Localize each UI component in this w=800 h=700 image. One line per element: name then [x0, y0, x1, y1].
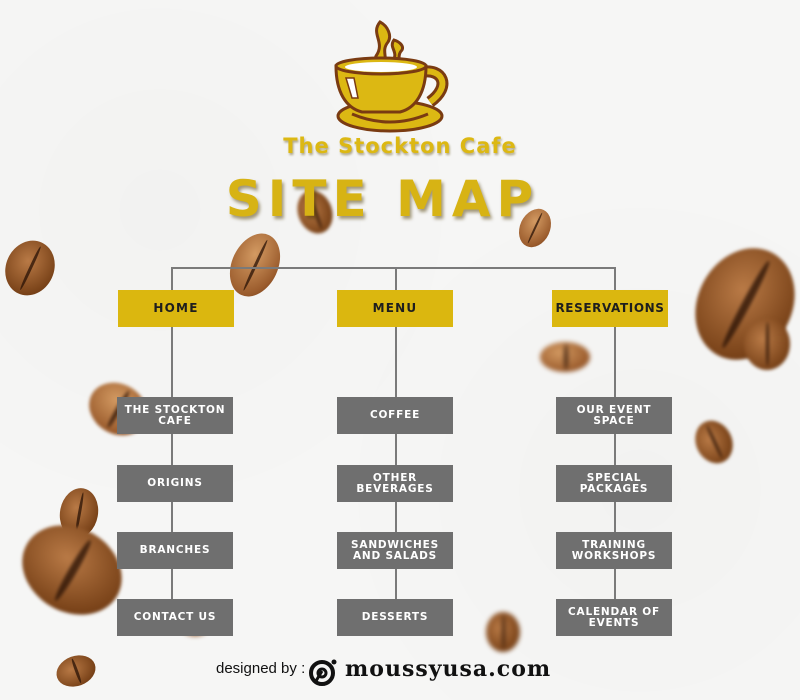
coffee-bean-icon: [688, 414, 740, 470]
brand-name: The Stockton Cafe: [283, 134, 517, 158]
sitemap-node-special-packages[interactable]: SPECIAL PACKAGES: [556, 465, 672, 502]
sitemap-node-branches[interactable]: BRANCHES: [117, 532, 233, 569]
sitemap-node-desserts[interactable]: DESSERTS: [337, 599, 453, 636]
sitemap-node-our-event-space[interactable]: OUR EVENT SPACE: [556, 397, 672, 434]
sitemap-node-training-workshops[interactable]: TRAINING WORKSHOPS: [556, 532, 672, 569]
coffee-cup-icon: [334, 20, 449, 133]
sitemap-node-menu[interactable]: MENU: [337, 290, 453, 327]
coffee-bean-icon: [540, 342, 590, 372]
sitemap-node-home[interactable]: HOME: [118, 290, 234, 327]
moussyusa-logo-icon: [309, 659, 337, 686]
connector-horizontal: [171, 267, 616, 269]
coffee-bean-icon: [0, 232, 64, 304]
sitemap-node-calendar-of-events[interactable]: CALENDAR OF EVENTS: [556, 599, 672, 636]
designer-site-link[interactable]: moussyusa.com: [345, 656, 551, 682]
coffee-bean-icon: [744, 318, 790, 370]
designed-by-label: designed by :: [216, 660, 306, 677]
coffee-bean-icon: [486, 612, 520, 652]
sitemap-node-reservations[interactable]: RESERVATIONS: [552, 290, 668, 327]
sitemap-node-other-beverages[interactable]: OTHER BEVERAGES: [337, 465, 453, 502]
coffee-bean-icon: [52, 650, 100, 692]
sitemap-node-origins[interactable]: ORIGINS: [117, 465, 233, 502]
page-title: SITE MAP: [225, 170, 540, 228]
sitemap-node-contact-us[interactable]: CONTACT US: [117, 599, 233, 636]
sitemap-node-sandwiches-and-salads[interactable]: SANDWICHES AND SALADS: [337, 532, 453, 569]
sitemap-node-coffee[interactable]: COFFEE: [337, 397, 453, 434]
sitemap-node-the-stockton-cafe[interactable]: THE STOCKTON CAFE: [117, 397, 233, 434]
